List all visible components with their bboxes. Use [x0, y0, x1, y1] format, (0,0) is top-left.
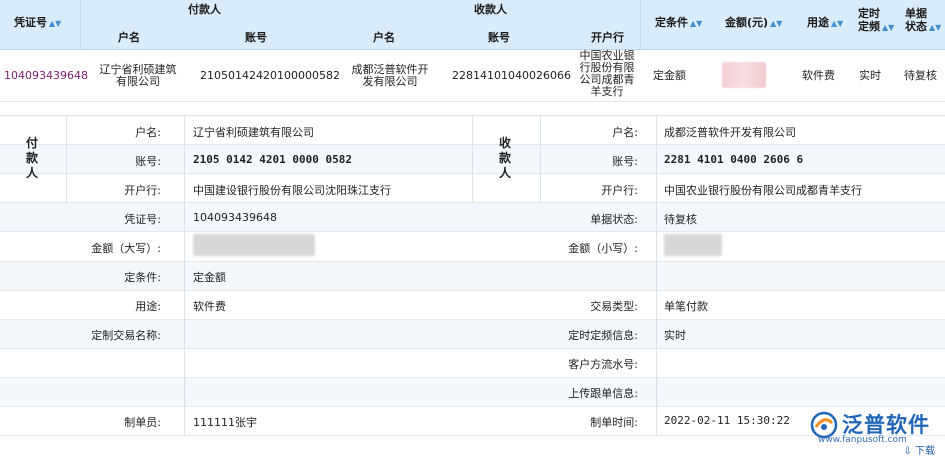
col-purpose[interactable]: 用途 ▲▼: [807, 14, 843, 30]
col-divider: [640, 0, 641, 50]
col-amount[interactable]: 金额(元) ▲▼: [725, 14, 782, 30]
voucher-no-link[interactable]: 104093439648: [4, 70, 88, 82]
payee-bank-label: 开户行:: [601, 184, 638, 197]
payee-bank-value: 中国农业银行股份有限公司成都青羊支行: [664, 184, 862, 197]
status-value: 待复核: [664, 213, 697, 226]
upload-info-label: 上传跟单信息:: [568, 387, 638, 400]
condition-cell: 定金额: [653, 69, 686, 82]
amount-lower-label: 金额（小写）:: [568, 242, 638, 255]
status-cell: 待复核: [904, 69, 937, 82]
payer-account-label: 账号:: [135, 155, 161, 168]
voucher-no-value: 104093439648: [193, 211, 277, 224]
timing-info-value: 实时: [664, 329, 686, 342]
trade-type-label: 交易类型:: [590, 300, 638, 313]
detail-row: [0, 349, 945, 378]
divider: [540, 116, 541, 203]
amount-upper-label: 金额（大写）:: [91, 242, 161, 255]
payer-bank-label: 开户行:: [124, 184, 161, 197]
divider: [66, 116, 67, 203]
detail-row: [0, 378, 945, 407]
col-voucher-no[interactable]: 凭证号 ▲▼: [14, 14, 61, 30]
condition-label: 定条件:: [124, 271, 161, 284]
payee-account-label: 账号:: [612, 155, 638, 168]
payee-name-label: 户名:: [612, 126, 638, 139]
purpose-cell: 软件费: [802, 69, 835, 82]
voucher-no-label: 凭证号:: [124, 213, 161, 226]
timing-info-label: 定时定频信息:: [568, 329, 638, 342]
table-row[interactable]: 104093439648 辽宁省利硕建筑 有限公司 210501424201000…: [0, 50, 945, 102]
status-label: 单据状态:: [590, 213, 638, 226]
purpose-value: 软件费: [193, 300, 226, 313]
customer-serial-label: 客户方流水号:: [568, 358, 638, 371]
trade-type-value: 单笔付款: [664, 300, 708, 313]
logo-url: www.fanpusoft.com: [818, 435, 907, 445]
sort-icon[interactable]: ▲▼: [831, 19, 843, 28]
col-payee-name[interactable]: 户名: [373, 29, 395, 45]
purpose-label: 用途:: [135, 300, 161, 313]
maker-label: 制单员:: [124, 416, 161, 429]
detail-panel: 付款人 收款人 户名: 辽宁省利硕建筑有限公司 账号: 2105 0142 42…: [0, 115, 945, 436]
sort-icon[interactable]: ▲▼: [882, 23, 894, 32]
payer-name-cell: 辽宁省利硕建筑 有限公司: [99, 63, 177, 88]
sort-icon[interactable]: ▲▼: [929, 23, 941, 32]
payer-name-label: 户名:: [135, 126, 161, 139]
sort-icon[interactable]: ▲▼: [770, 19, 782, 28]
payee-name-cell: 成都泛普软件开 发有限公司: [351, 63, 429, 88]
payee-name-value: 成都泛普软件开发有限公司: [664, 126, 796, 139]
payer-bank-value: 中国建设银行股份有限公司沈阳珠江支行: [193, 184, 391, 197]
divider: [184, 116, 185, 436]
col-timing[interactable]: 定时 定频 ▲▼: [858, 7, 894, 34]
payer-name-value: 辽宁省利硕建筑有限公司: [193, 126, 314, 139]
payee-account-cell: 22814101040026066: [452, 69, 571, 82]
col-divider: [80, 0, 81, 50]
payer-account-value: 2105 0142 4201 0000 0582: [193, 153, 352, 166]
col-status[interactable]: 单据 状态 ▲▼: [905, 7, 941, 34]
grid-header: 凭证号 ▲▼ 付款人 收款人 户名 账号 户名 账号 开户行 定条件 ▲▼ 金额(元…: [0, 0, 945, 50]
amount-upper-redacted: [193, 234, 315, 256]
download-link[interactable]: ⇩ 下载: [903, 442, 935, 457]
group-payer: 付款人: [188, 3, 221, 16]
download-icon: ⇩: [903, 446, 912, 457]
amount-redacted: [722, 62, 766, 88]
amount-lower-redacted: [664, 234, 722, 256]
sort-icon[interactable]: ▲▼: [49, 19, 61, 28]
col-payer-name[interactable]: 户名: [118, 29, 140, 45]
divider: [656, 116, 657, 436]
make-time-value: 2022-02-11 15:30:22: [664, 414, 790, 427]
col-payer-account[interactable]: 账号: [245, 29, 267, 45]
payer-account-cell: 21050142420100000582: [200, 69, 340, 82]
custom-trade-name-label: 定制交易名称:: [91, 329, 161, 342]
make-time-label: 制单时间:: [590, 416, 638, 429]
col-condition[interactable]: 定条件 ▲▼: [655, 14, 702, 30]
col-payee-bank[interactable]: 开户行: [591, 29, 624, 45]
timing-cell: 实时: [859, 69, 881, 82]
payee-section-label: 收款人: [498, 136, 511, 180]
sort-icon[interactable]: ▲▼: [690, 19, 702, 28]
payee-bank-cell: 中国农业银 行股份有限 公司成都青 羊支行: [579, 49, 635, 98]
payer-section-label: 付款人: [25, 136, 38, 180]
maker-value: 111111张宇: [193, 416, 257, 429]
payee-account-value: 2281 4101 0400 2606 6: [664, 153, 804, 166]
condition-value: 定金额: [193, 271, 226, 284]
group-payee: 收款人: [474, 3, 507, 16]
divider: [472, 116, 473, 203]
col-payee-account[interactable]: 账号: [488, 29, 510, 45]
